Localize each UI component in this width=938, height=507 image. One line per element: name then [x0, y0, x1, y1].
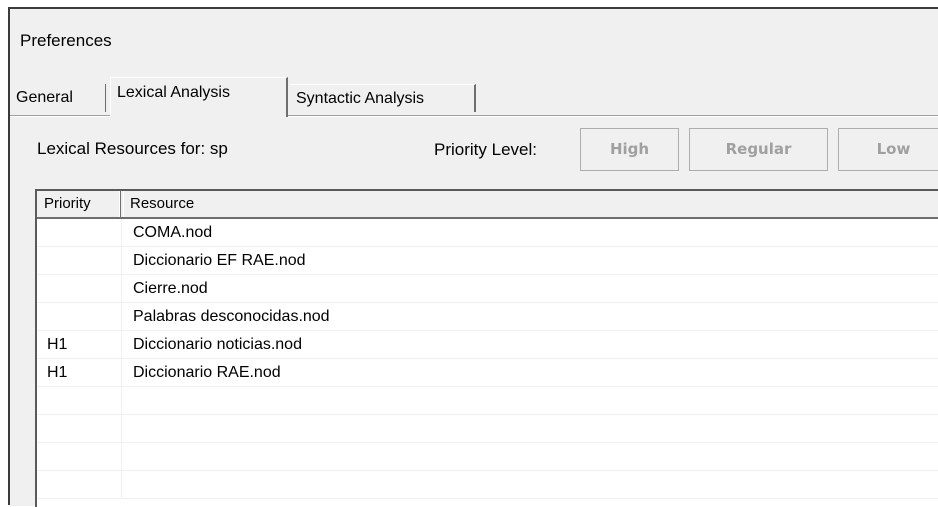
- tab-lexical-analysis[interactable]: Lexical Analysis: [110, 77, 288, 117]
- row-resource: Diccionario noticias.nod: [133, 336, 302, 353]
- row-priority: [37, 471, 122, 498]
- priority-level-label: Priority Level:: [434, 140, 537, 159]
- row-resource: COMA.nod: [133, 224, 213, 241]
- row-priority: [37, 275, 122, 302]
- column-header-resource[interactable]: Resource: [123, 191, 938, 217]
- list-row[interactable]: COMA.nod: [37, 219, 938, 247]
- row-resource: Diccionario EF RAE.nod: [133, 252, 306, 269]
- list-row[interactable]: Diccionario EF RAE.nod: [37, 247, 938, 275]
- row-resource: Diccionario RAE.nod: [133, 364, 281, 381]
- row-priority: [37, 415, 122, 442]
- window-title: Preferences: [20, 31, 112, 50]
- list-row[interactable]: [37, 387, 938, 415]
- resources-list[interactable]: Priority Resource COMA.nod Diccionario E…: [35, 189, 938, 507]
- list-row[interactable]: [37, 415, 938, 443]
- row-priority: [37, 247, 122, 274]
- row-priority: [37, 443, 122, 470]
- lexical-resources-label: Lexical Resources for: sp: [37, 139, 228, 158]
- list-row[interactable]: Cierre.nod: [37, 275, 938, 303]
- row-resource: Cierre.nod: [133, 280, 208, 297]
- column-header-priority[interactable]: Priority: [37, 191, 121, 217]
- row-resource: Palabras desconocidas.nod: [133, 308, 330, 325]
- priority-low-button[interactable]: Low: [838, 128, 938, 171]
- list-row[interactable]: H1 Diccionario noticias.nod: [37, 331, 938, 359]
- preferences-window: Preferences General Lexical Analysis Syn…: [8, 7, 938, 507]
- row-priority: H1: [37, 359, 122, 386]
- priority-high-button[interactable]: High: [580, 128, 679, 171]
- list-row[interactable]: Palabras desconocidas.nod: [37, 303, 938, 331]
- list-row[interactable]: [37, 471, 938, 499]
- list-rows: COMA.nod Diccionario EF RAE.nod Cierre.n…: [37, 219, 938, 499]
- row-resource: [123, 415, 133, 442]
- row-resource: [123, 387, 133, 414]
- row-resource: [123, 471, 133, 498]
- row-priority: [37, 219, 122, 246]
- row-priority: H1: [37, 331, 122, 358]
- row-resource: [123, 443, 133, 470]
- row-priority: [37, 387, 122, 414]
- list-row[interactable]: [37, 443, 938, 471]
- list-row[interactable]: H1 Diccionario RAE.nod: [37, 359, 938, 387]
- row-priority: [37, 303, 122, 330]
- tab-syntactic-analysis[interactable]: Syntactic Analysis: [290, 84, 476, 112]
- list-header: Priority Resource: [37, 191, 938, 219]
- priority-regular-button[interactable]: Regular: [689, 128, 828, 171]
- tab-general[interactable]: General: [10, 84, 106, 112]
